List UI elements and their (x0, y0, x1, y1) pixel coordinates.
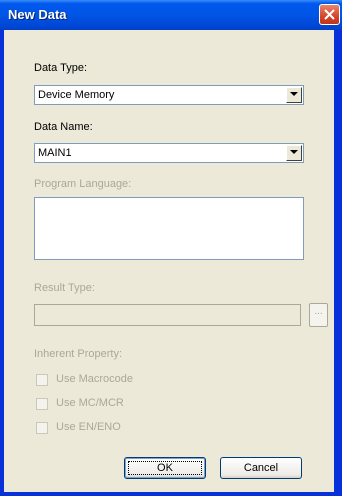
data-name-label: Data Name: (34, 121, 93, 133)
close-button[interactable] (319, 4, 340, 25)
browse-label: ... (314, 306, 323, 317)
result-type-field[interactable] (34, 304, 301, 326)
title-bar[interactable]: New Data (0, 0, 342, 30)
data-type-select[interactable]: Device Memory (34, 85, 304, 105)
focus-rectangle (128, 461, 202, 475)
data-type-label: Data Type: (34, 62, 87, 74)
data-name-dropdown-button[interactable] (286, 145, 302, 161)
close-icon (324, 9, 335, 20)
cancel-button[interactable]: Cancel (220, 457, 302, 479)
checkbox-box[interactable] (36, 398, 48, 410)
checkbox-box[interactable] (36, 422, 48, 434)
result-type-label: Result Type: (34, 282, 95, 294)
checkbox-box[interactable] (36, 374, 48, 386)
data-name-value: MAIN1 (38, 147, 72, 159)
new-data-dialog: New Data Data Type: Device Memory Data N… (0, 0, 342, 496)
chevron-down-icon (290, 150, 298, 154)
chevron-down-icon (290, 92, 298, 96)
data-type-value: Device Memory (38, 89, 115, 101)
result-type-browse-button[interactable]: ... (309, 303, 328, 327)
program-language-label: Program Language: (34, 178, 132, 190)
inherent-property-label: Inherent Property: (34, 348, 123, 360)
use-mc-mcr-label: Use MC/MCR (56, 397, 124, 409)
dialog-title: New Data (8, 7, 67, 22)
use-en-eno-label: Use EN/ENO (56, 421, 121, 433)
program-language-list[interactable] (34, 197, 304, 260)
window-frame-right (334, 30, 342, 496)
data-type-dropdown-button[interactable] (286, 87, 302, 103)
ok-button[interactable]: OK (124, 457, 206, 479)
dialog-body: Data Type: Device Memory Data Name: MAIN… (4, 30, 334, 492)
use-macrocode-label: Use Macrocode (56, 373, 134, 385)
data-name-select[interactable]: MAIN1 (34, 143, 304, 163)
cancel-button-label: Cancel (243, 462, 279, 474)
